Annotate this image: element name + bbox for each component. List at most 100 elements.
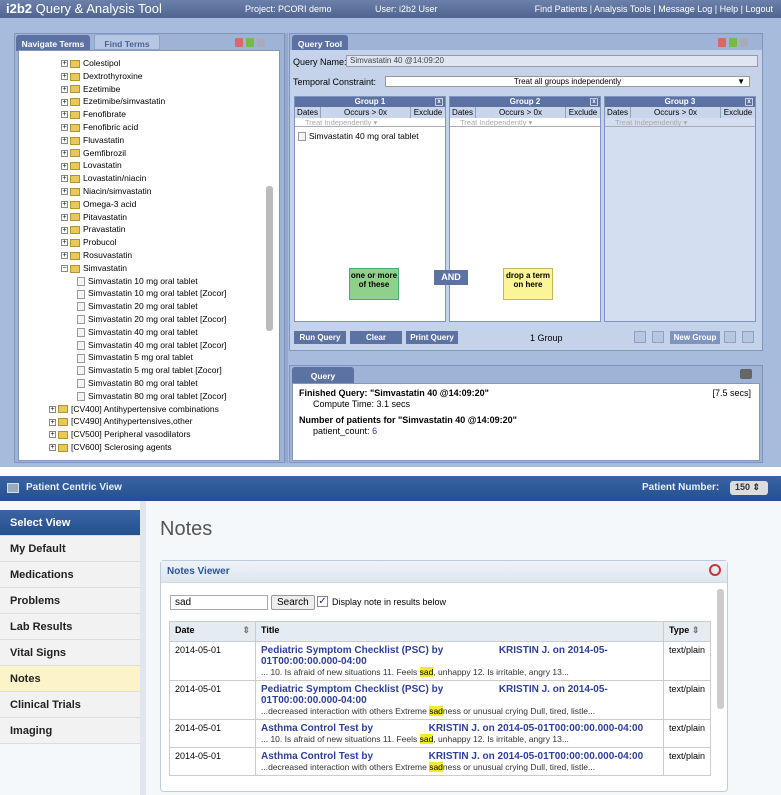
tree-item[interactable]: Simvastatin 5 mg oral tablet [Zocor] [77,364,222,377]
sidebar-item-lab-results[interactable]: Lab Results [0,614,140,640]
close-icon[interactable]: x [745,98,753,106]
sidebar-item-problems[interactable]: Problems [0,588,140,614]
dates-button[interactable]: Dates [295,107,321,118]
notes-scrollbar[interactable] [717,589,724,709]
note-title-link[interactable]: Pediatric Symptom Checklist (PSC) by KRI… [261,684,658,706]
treat-independently-select[interactable]: Treat Independently ▾ [605,118,755,127]
sidebar-item-notes[interactable]: Notes [0,666,140,692]
sidebar-item-select-view[interactable]: Select View [0,510,140,536]
expand-icon[interactable]: + [61,239,68,247]
table-row[interactable]: 2014-05-01 Asthma Control Test by KRISTIN… [169,719,711,748]
tree-item[interactable]: + [CV500] Peripheral vasodilators [49,428,191,441]
tree-item[interactable]: + Probucol [61,236,117,249]
expand-icon[interactable]: + [61,85,68,93]
sidebar-item-medications[interactable]: Medications [0,562,140,588]
query-group-3[interactable]: Group 3 x Dates Occurs > 0x Exclude Treat Ind… [604,96,756,322]
expand-icon[interactable]: + [61,175,68,183]
tree-item[interactable]: + Fenofibrate [61,108,126,121]
tree-item[interactable]: + Lovastatin [61,159,122,172]
tree-item[interactable]: + [CV490] Antihypertensives,other [49,415,192,428]
tree-item[interactable]: Simvastatin 5 mg oral tablet [77,351,193,364]
display-note-checkbox[interactable]: ✓ [317,596,328,607]
expand-icon[interactable]: + [61,226,68,234]
tree-item[interactable]: + Ezetimibe [61,83,120,96]
splitter[interactable] [285,33,288,463]
tree-item[interactable]: + Ezetimibe/simvastatin [61,95,165,108]
refresh-icon[interactable] [718,38,726,47]
tree-item[interactable]: + [CV600] Sclerosing agents [49,441,172,454]
tree-item[interactable]: Simvastatin 40 mg oral tablet [Zocor] [77,339,226,352]
tree-item[interactable]: + Pitavastatin [61,211,127,224]
expand-icon[interactable]: + [49,444,56,452]
tab-query-tool[interactable]: Query Tool [292,35,348,51]
expand-icon[interactable]: + [49,418,56,426]
temporal-constraint-select[interactable]: Treat all groups independently ▼ [385,76,750,87]
collapse-icon[interactable]: − [61,265,68,273]
next-page-button[interactable] [724,331,736,343]
tree-item[interactable]: + Omega-3 acid [61,198,136,211]
sidebar-item-imaging[interactable]: Imaging [0,718,140,744]
tree-item[interactable]: + Colestipol [61,57,120,70]
tree-item[interactable]: + Niacin/simvastatin [61,185,152,198]
tree-item[interactable]: + Dextrothyroxine [61,70,143,83]
expand-icon[interactable]: + [49,431,56,439]
group-item[interactable]: Simvastatin 40 mg oral tablet [295,127,445,145]
tree-item[interactable]: + Fluvastatin [61,134,124,147]
sidebar-divider[interactable] [140,501,146,795]
new-group-button[interactable]: New Group [670,331,720,344]
occurs-button[interactable]: Occurs > 0x [631,107,721,118]
close-icon[interactable]: x [435,98,443,106]
expand-icon[interactable]: + [61,188,68,196]
expand-icon[interactable]: + [49,405,56,413]
tree-item[interactable]: − Simvastatin [61,262,127,275]
expand-icon[interactable]: + [61,98,68,106]
expand-icon[interactable]: + [61,201,68,209]
expand-icon[interactable]: + [61,73,68,81]
query-name-input[interactable]: Simvastatin 40 @14:09:20 [346,55,758,67]
print-icon[interactable] [740,369,752,379]
check-icon[interactable] [246,38,254,47]
tree-item[interactable]: + [CV400] Antihypertensive combinations [49,403,219,416]
tree-scrollbar[interactable] [266,186,273,331]
tree-item[interactable]: + Lovastatin/niacin [61,172,146,185]
occurs-button[interactable]: Occurs > 0x [321,107,411,118]
treat-independently-select[interactable]: Treat Independently ▾ [295,118,445,127]
tree-item[interactable]: Simvastatin 10 mg oral tablet [Zocor] [77,287,226,300]
tree-item[interactable]: Simvastatin 40 mg oral tablet [77,326,198,339]
table-row[interactable]: 2014-05-01 Asthma Control Test by KRISTIN… [169,747,711,776]
sidebar-item-my-default[interactable]: My Default [0,536,140,562]
run-query-button[interactable]: Run Query [294,331,346,344]
treat-independently-select[interactable]: Treat Independently ▾ [450,118,600,127]
tree-item[interactable]: + Pravastatin [61,223,126,236]
note-title-link[interactable]: Asthma Control Test by KRISTIN J. on 201… [261,723,658,734]
note-title-link[interactable]: Asthma Control Test by KRISTIN J. on 201… [261,751,658,762]
exclude-button[interactable]: Exclude [721,107,755,118]
tree-item[interactable]: Simvastatin 10 mg oral tablet [77,275,198,288]
zoom-icon[interactable] [709,564,721,576]
options-icon[interactable] [740,38,748,47]
header-links[interactable]: Find Patients | Analysis Tools | Message… [535,4,773,14]
expand-icon[interactable]: + [61,213,68,221]
tab-find-terms[interactable]: Find Terms [94,34,160,50]
print-query-button[interactable]: Print Query [406,331,458,344]
occurs-button[interactable]: Occurs > 0x [476,107,566,118]
expand-icon[interactable]: + [61,162,68,170]
dates-button[interactable]: Dates [605,107,631,118]
expand-icon[interactable]: + [61,149,68,157]
close-icon[interactable]: x [590,98,598,106]
note-title-link[interactable]: Pediatric Symptom Checklist (PSC) by KRI… [261,645,658,667]
tree-item[interactable]: Simvastatin 20 mg oral tablet [Zocor] [77,313,226,326]
expand-icon[interactable]: + [61,60,68,68]
tree-item[interactable]: + Gemfibrozil [61,147,126,160]
tree-item[interactable]: + Rosuvastatin [61,249,132,262]
search-input[interactable]: sad [170,595,268,610]
tree-item[interactable]: Simvastatin 80 mg oral tablet [77,377,198,390]
expand-icon[interactable]: + [61,252,68,260]
check-icon[interactable] [729,38,737,47]
last-page-button[interactable] [742,331,754,343]
expand-icon[interactable]: + [61,137,68,145]
column-title[interactable]: Title [255,621,664,642]
dates-button[interactable]: Dates [450,107,476,118]
search-button[interactable]: Search [271,595,315,610]
patient-number-select[interactable]: 150 ⇕ [730,481,768,495]
